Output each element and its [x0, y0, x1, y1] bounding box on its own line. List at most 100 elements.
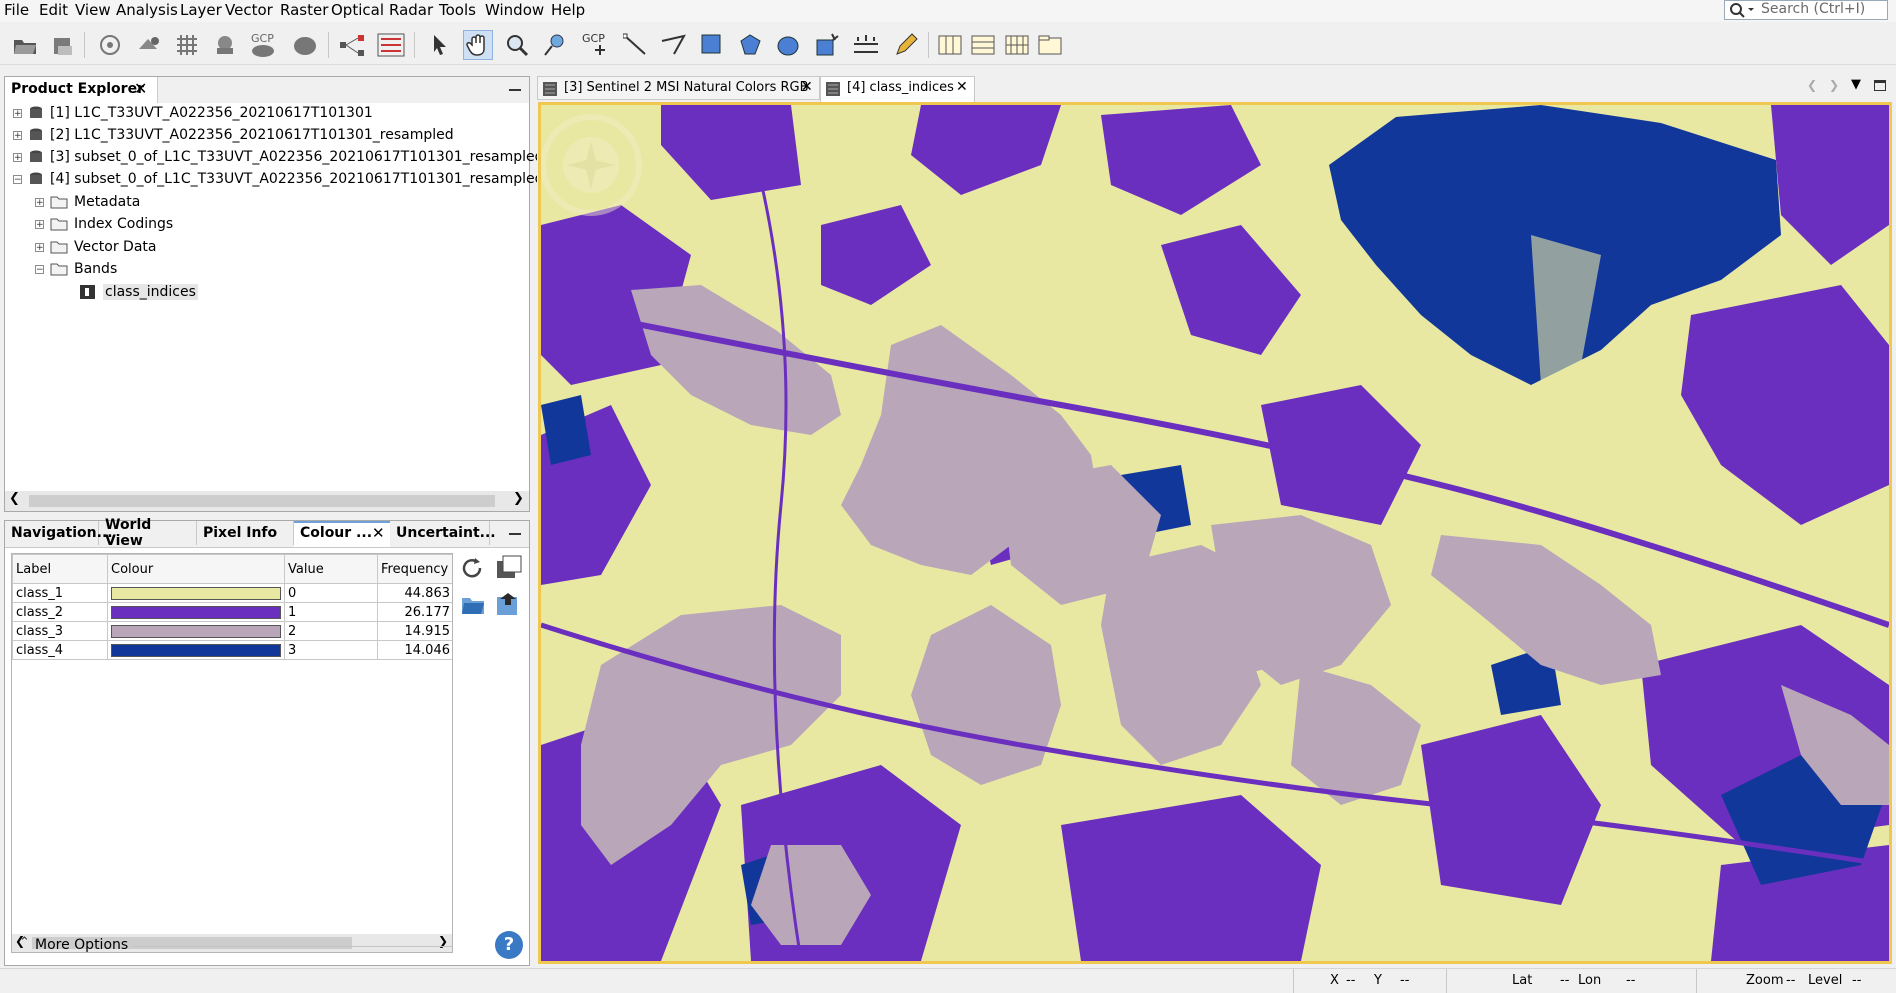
menu-file[interactable]: File	[4, 1, 29, 19]
value-cell[interactable]: 3	[284, 640, 378, 660]
column-header-frequency[interactable]: Frequency	[377, 554, 452, 584]
multi-apply-button[interactable]	[494, 553, 524, 583]
tab-uncertainty[interactable]: Uncertaint...	[390, 521, 496, 545]
pan-tool-button[interactable]	[463, 30, 493, 60]
select-tool-button[interactable]	[425, 30, 455, 60]
help-icon[interactable]: ?	[495, 931, 523, 959]
scroll-right-icon[interactable]: ❯	[513, 491, 524, 506]
save-product-button[interactable]	[48, 30, 78, 60]
tab-navigation[interactable]: Navigation...	[5, 521, 113, 545]
reset-button[interactable]	[460, 555, 488, 583]
search-input[interactable]: Search (Ctrl+I)	[1724, 0, 1888, 20]
open-product-button[interactable]	[10, 30, 40, 60]
class-indices-raster[interactable]	[541, 105, 1889, 961]
value-cell[interactable]: 1	[284, 602, 378, 622]
menu-view[interactable]: View	[75, 1, 111, 19]
label-cell[interactable]: class_1	[12, 583, 108, 603]
filtered-band-button[interactable]	[134, 30, 164, 60]
minimize-icon[interactable]	[509, 533, 521, 535]
close-icon[interactable]: ✕	[372, 524, 385, 542]
colour-swatch[interactable]	[111, 624, 281, 638]
classification-map[interactable]	[538, 102, 1892, 964]
maximize-icon[interactable]	[1874, 80, 1886, 91]
tree-row-vector-data[interactable]: + Vector Data	[35, 237, 157, 257]
menu-radar[interactable]: Radar	[389, 1, 433, 19]
scroll-left-icon[interactable]: ❮	[9, 491, 20, 506]
menu-optical[interactable]: Optical	[331, 1, 384, 19]
menu-help[interactable]: Help	[551, 1, 585, 19]
tile-evenly-button[interactable]	[935, 30, 965, 60]
menu-edit[interactable]: Edit	[39, 1, 68, 19]
grid-tool-button[interactable]	[172, 30, 202, 60]
tree-row-product-4[interactable]: − [4] subset_0_of_L1C_T33UVT_A022356_2021…	[13, 169, 589, 189]
value-cell[interactable]: 2	[284, 621, 378, 641]
batch-processing-button[interactable]	[376, 30, 406, 60]
scroll-thumb[interactable]	[29, 495, 495, 507]
tile-grid-button[interactable]	[1002, 30, 1032, 60]
column-header-value[interactable]: Value	[284, 554, 378, 584]
column-header-colour[interactable]: Colour	[107, 554, 285, 584]
draw-polyline-button[interactable]	[658, 30, 688, 60]
menu-analysis[interactable]: Analysis	[116, 1, 178, 19]
close-icon[interactable]: ✕	[956, 79, 968, 95]
colour-cell[interactable]	[107, 602, 285, 622]
import-button[interactable]	[460, 591, 488, 619]
zoom-tool-button[interactable]	[502, 30, 532, 60]
tree-row-metadata[interactable]: + Metadata	[35, 192, 140, 212]
tree-row-band-class-indices[interactable]: class_indices	[79, 282, 198, 302]
table-row[interactable]: class_3 2 14.915	[12, 621, 452, 641]
minimize-icon[interactable]	[509, 89, 521, 91]
tree-row-product-3[interactable]: + [3] subset_0_of_L1C_T33UVT_A022356_2021…	[13, 147, 543, 167]
menu-raster[interactable]: Raster	[280, 1, 328, 19]
tree-row-index-codings[interactable]: + Index Codings	[35, 214, 173, 234]
colour-cell[interactable]	[107, 621, 285, 641]
tree-row-product-1[interactable]: + [1] L1C_T33UVT_A022356_20210617T101301	[13, 103, 373, 123]
tab-scroll-right-icon[interactable]: ❯	[1829, 78, 1839, 92]
menu-layer[interactable]: Layer	[180, 1, 222, 19]
tab-scroll-left-icon[interactable]: ❮	[1807, 78, 1817, 92]
label-cell[interactable]: class_2	[12, 602, 108, 622]
pin-tool-button[interactable]	[540, 30, 570, 60]
draw-line-button[interactable]	[620, 30, 650, 60]
cloud-tool-button[interactable]	[290, 30, 320, 60]
range-finder-button[interactable]	[851, 30, 881, 60]
tile-single-button[interactable]	[1035, 30, 1065, 60]
graph-builder-button[interactable]	[338, 30, 368, 60]
colour-cell[interactable]	[107, 640, 285, 660]
close-icon[interactable]: ✕	[801, 79, 813, 95]
spectrum-button[interactable]	[210, 30, 240, 60]
colour-swatch[interactable]	[111, 605, 281, 619]
column-header-label[interactable]: Label	[12, 554, 108, 584]
export-button[interactable]	[494, 591, 524, 619]
draw-rectangle-button[interactable]	[697, 30, 727, 60]
tree-row-bands[interactable]: − Bands	[35, 259, 117, 279]
measure-tool-button[interactable]	[890, 30, 920, 60]
table-row[interactable]: class_4 3 14.046	[12, 640, 452, 660]
label-cell[interactable]: class_4	[12, 640, 108, 660]
tab-world-view[interactable]: World View	[99, 517, 197, 549]
magic-wand-button[interactable]	[813, 30, 843, 60]
menu-vector[interactable]: Vector	[225, 1, 273, 19]
close-icon[interactable]: ✕	[134, 79, 147, 98]
tab-list-dropdown-icon[interactable]: ▼	[1851, 77, 1861, 92]
band-maths-button[interactable]	[96, 30, 126, 60]
gcp-placing-button[interactable]: GCP	[580, 30, 610, 60]
gcp-tool-button[interactable]: GCP	[248, 30, 278, 60]
tree-row-product-2[interactable]: + [2] L1C_T33UVT_A022356_20210617T101301_…	[13, 125, 454, 145]
horizontal-scrollbar[interactable]: ❮ ❯	[5, 491, 529, 511]
menu-tools[interactable]: Tools	[439, 1, 476, 19]
colour-swatch[interactable]	[111, 643, 281, 657]
table-row[interactable]: class_2 1 26.177	[12, 602, 452, 622]
tab-colour-manipulation[interactable]: Colour ... ✕	[294, 521, 390, 547]
label-cell[interactable]: class_3	[12, 621, 108, 641]
value-cell[interactable]: 0	[284, 583, 378, 603]
colour-cell[interactable]	[107, 583, 285, 603]
tile-horizontal-button[interactable]	[968, 30, 998, 60]
colour-swatch[interactable]	[111, 586, 281, 600]
menu-window[interactable]: Window	[485, 1, 544, 19]
tab-class-indices[interactable]: [4] class_indices ✕	[820, 76, 975, 102]
tab-pixel-info[interactable]: Pixel Info	[197, 521, 294, 545]
table-row[interactable]: class_1 0 44.863	[12, 583, 452, 603]
more-options-toggle[interactable]: ⌃ More Options	[15, 935, 455, 959]
tab-product-explorer[interactable]: Product Explorer ✕	[5, 77, 158, 103]
